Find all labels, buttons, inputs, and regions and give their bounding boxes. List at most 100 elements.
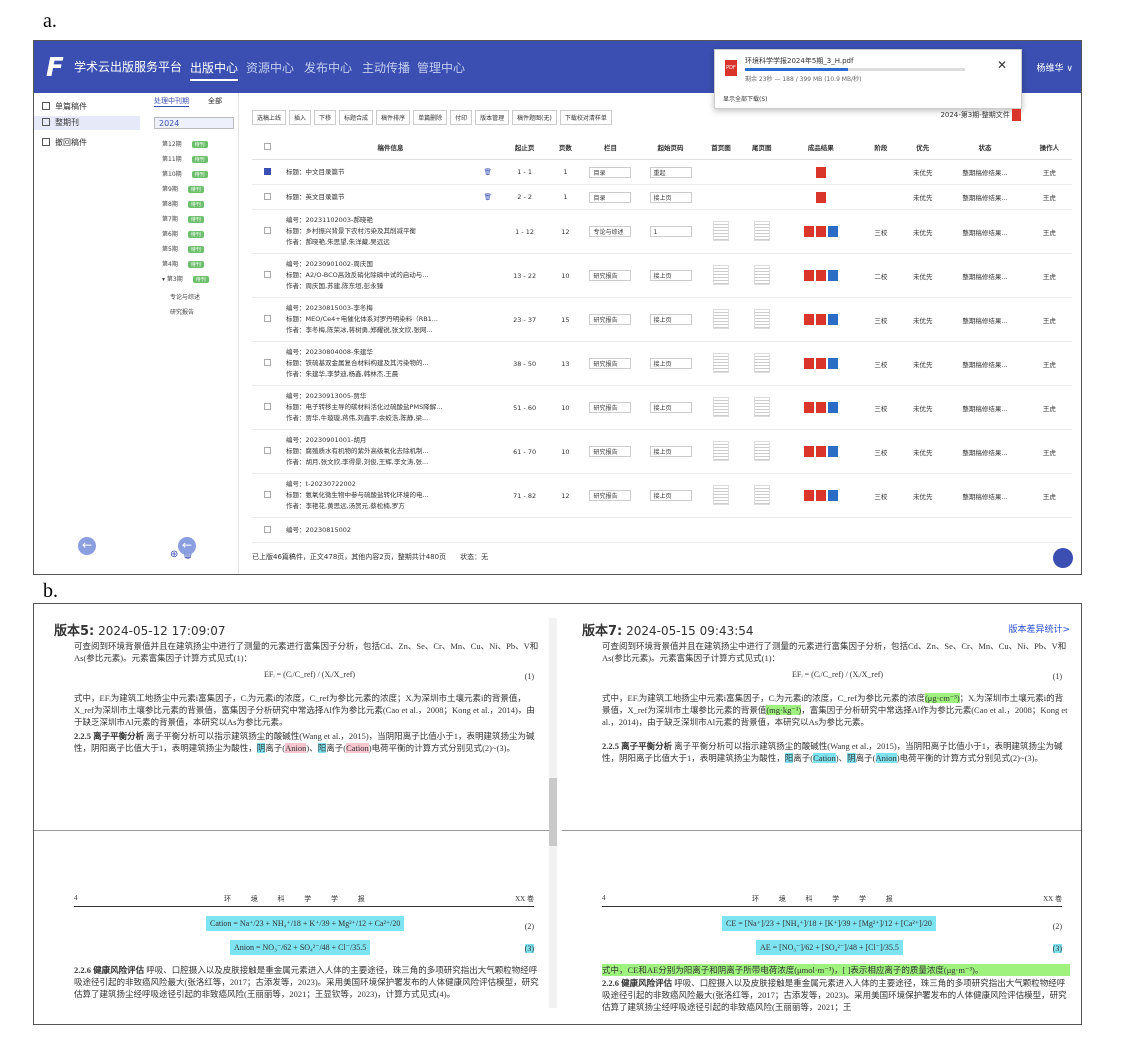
- help-icon[interactable]: [1053, 548, 1073, 568]
- pdf-file-icon[interactable]: [803, 270, 814, 281]
- row-checkbox[interactable]: [263, 227, 271, 234]
- start-page-select[interactable]: 接上页: [649, 402, 692, 413]
- manuscript-info[interactable]: 编号：20230913005-贾华 标题：电子转移主导的碳材料活化过硫酸盐PMS降…: [282, 385, 499, 430]
- xml-file-icon[interactable]: [815, 446, 826, 457]
- nav-management-center[interactable]: 管理中心: [417, 59, 465, 76]
- page-thumbnail[interactable]: [712, 264, 729, 285]
- trash-icon[interactable]: 🗑: [484, 167, 492, 178]
- start-page-select[interactable]: 接上页: [649, 446, 692, 457]
- row-checkbox-cell[interactable]: [252, 385, 283, 430]
- manuscript-info[interactable]: 编号：20230815002: [282, 517, 499, 543]
- first-page-thumb-cell[interactable]: [700, 385, 742, 430]
- first-page-thumb-cell[interactable]: [700, 341, 742, 386]
- pdf-file-icon[interactable]: [803, 226, 814, 237]
- pdf-file-icon[interactable]: [803, 358, 814, 369]
- status[interactable]: 整期稿修结果...: [943, 297, 1027, 342]
- toolbar-button[interactable]: 标题合成: [339, 110, 374, 125]
- pdf-file-icon[interactable]: [815, 191, 826, 203]
- column-select-cell[interactable]: 研究报告: [580, 253, 641, 298]
- issue-item[interactable]: 第12期 待刊: [162, 139, 208, 148]
- status[interactable]: 整期稿修结果...: [943, 429, 1027, 474]
- select-all-checkbox[interactable]: [263, 142, 271, 150]
- year-select[interactable]: 2024: [154, 117, 234, 129]
- word-file-icon[interactable]: [827, 446, 838, 457]
- column-select[interactable]: 研究报告: [589, 270, 632, 281]
- page-thumbnail[interactable]: [712, 396, 729, 417]
- last-page-thumb-cell[interactable]: [741, 473, 783, 518]
- first-page-thumb-cell[interactable]: [700, 159, 742, 185]
- first-page-thumb-cell[interactable]: [700, 297, 742, 342]
- xml-file-icon[interactable]: [815, 490, 826, 501]
- scroll-thumb[interactable]: [549, 778, 557, 846]
- tab-all-issues[interactable]: 全部: [208, 96, 222, 106]
- page-thumbnail[interactable]: [753, 352, 770, 373]
- column-select[interactable]: 专论与综述: [589, 226, 632, 237]
- start-page-select[interactable]: 接上页: [649, 270, 692, 281]
- last-page-thumb-cell[interactable]: [741, 184, 783, 210]
- status[interactable]: 整期稿修结果...: [943, 385, 1027, 430]
- issue-item[interactable]: 第9期 待刊: [162, 184, 204, 193]
- column-select[interactable]: 目录: [589, 191, 632, 203]
- status[interactable]: 整期稿修结果...: [943, 184, 1027, 210]
- left-scrollbar[interactable]: [549, 618, 557, 1008]
- page-thumbnail[interactable]: [712, 352, 729, 373]
- row-checkbox[interactable]: [263, 315, 271, 322]
- last-page-thumb-cell[interactable]: [741, 385, 783, 430]
- column-select-cell[interactable]: 研究报告: [580, 473, 641, 518]
- status[interactable]: 整期稿修结果...: [943, 159, 1027, 185]
- tab-processing-issues[interactable]: 处理中刊期: [154, 96, 189, 107]
- toolbar-button[interactable]: 下移: [314, 110, 337, 125]
- row-checkbox[interactable]: [263, 447, 271, 454]
- page-thumbnail[interactable]: [753, 484, 770, 505]
- manuscript-info[interactable]: 编号：20230815003-李冬梅 标题：MEO/Ce4+电催化体系对罗丹明染料…: [282, 297, 499, 342]
- start-page-select-cell[interactable]: 接上页: [640, 253, 701, 298]
- toolbar-button[interactable]: 下载校对清样单: [559, 110, 612, 125]
- column-select-cell[interactable]: 目录: [580, 184, 641, 210]
- table-row[interactable]: 标题：中文目录篇节 🗑 1 - 1 1 目录 重起 未优先 整期稿修结果... 王虎: [252, 159, 1072, 185]
- last-page-thumb-cell[interactable]: [741, 341, 783, 386]
- xml-file-icon[interactable]: [815, 226, 826, 237]
- sidebar-item-single-manuscript[interactable]: 单篇稿件: [42, 101, 87, 112]
- page-thumbnail[interactable]: [712, 220, 729, 241]
- back-arrow-icon[interactable]: ←: [178, 537, 196, 555]
- start-page-select[interactable]: 1: [649, 226, 692, 237]
- toolbar-button[interactable]: 稿件题图(无): [512, 110, 557, 125]
- first-page-thumb-cell[interactable]: [700, 517, 742, 543]
- page-thumbnail[interactable]: [753, 440, 770, 461]
- page-thumbnail[interactable]: [712, 308, 729, 329]
- status[interactable]: 整期稿修结果...: [943, 341, 1027, 386]
- sub-issue-review[interactable]: 专论与综述: [170, 292, 200, 301]
- start-page-select-cell[interactable]: [640, 517, 701, 543]
- row-checkbox[interactable]: [263, 403, 271, 410]
- manuscript-info[interactable]: 编号：20230804008-朱建华 标题：铁硫基双金属复合材料构建及其污染物的.…: [282, 341, 499, 386]
- first-page-thumb-cell[interactable]: [700, 184, 742, 210]
- first-page-thumb-cell[interactable]: [700, 473, 742, 518]
- back-arrow-icon[interactable]: ←: [78, 537, 96, 555]
- first-page-thumb-cell[interactable]: [700, 253, 742, 298]
- status[interactable]: 整期稿修结果...: [943, 473, 1027, 518]
- issue-item[interactable]: ▾ 第3期 待刊: [162, 274, 209, 283]
- sidebar-item-full-issue[interactable]: 整期刊: [34, 116, 140, 130]
- pdf-file-icon[interactable]: [803, 446, 814, 457]
- page-thumbnail[interactable]: [753, 264, 770, 285]
- user-menu[interactable]: 杨维华 ∨: [1037, 61, 1073, 74]
- nav-resource-center[interactable]: 资源中心: [246, 59, 294, 76]
- page-thumbnail[interactable]: [753, 396, 770, 417]
- toolbar-button[interactable]: 版本管理: [475, 110, 510, 125]
- status[interactable]: 整期稿修结果...: [943, 209, 1027, 254]
- page-thumbnail[interactable]: [753, 308, 770, 329]
- close-icon[interactable]: ✕: [997, 58, 1007, 72]
- row-checkbox-cell[interactable]: [252, 159, 283, 185]
- row-checkbox[interactable]: [263, 491, 271, 498]
- start-page-select-cell[interactable]: 接上页: [640, 341, 701, 386]
- manuscript-info[interactable]: 编号：20230901001-胡月 标题：腐殖质水有机物的紫外高级氧化去除机制..…: [282, 429, 499, 474]
- table-row[interactable]: 编号：20230913005-贾华 标题：电子转移主导的碳材料活化过硫酸盐PMS降…: [252, 385, 1072, 430]
- column-select[interactable]: 研究报告: [589, 446, 632, 457]
- row-checkbox-cell[interactable]: [252, 297, 283, 342]
- table-row[interactable]: 编号：t-20230722002 标题：氨氧化微生物中参与硫酸盐转化环境的电...…: [252, 473, 1072, 518]
- xml-file-icon[interactable]: [815, 358, 826, 369]
- word-file-icon[interactable]: [827, 270, 838, 281]
- first-page-thumb-cell[interactable]: [700, 209, 742, 254]
- start-page-select-cell[interactable]: 接上页: [640, 429, 701, 474]
- manuscript-info[interactable]: 编号：20230901002-周庆国 标题：A2/O-BCO高效反硝化除磷中试的启…: [282, 253, 499, 298]
